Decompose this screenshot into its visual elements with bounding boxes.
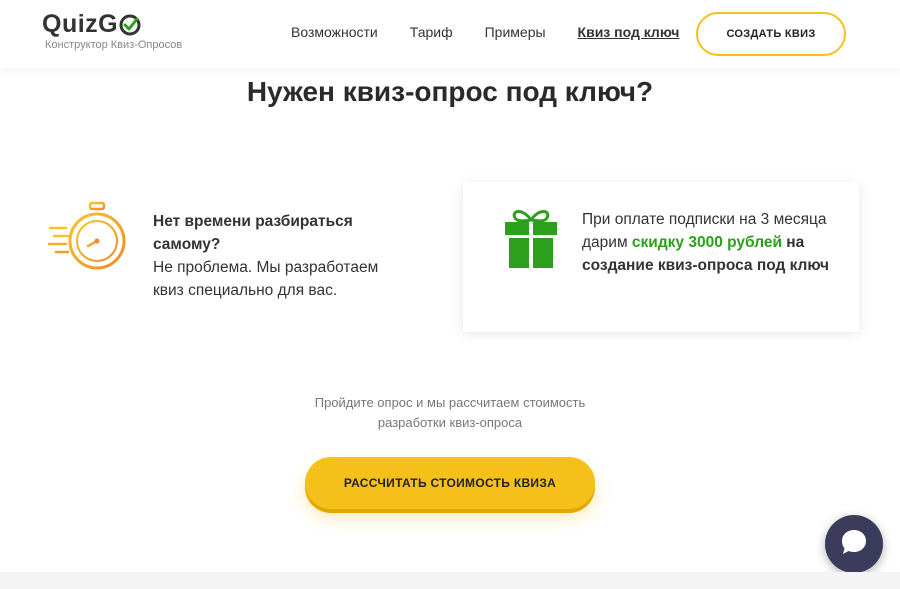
page-title: Нужен квиз-опрос под ключ?	[246, 76, 654, 107]
nav-link-examples[interactable]: Примеры	[485, 24, 546, 40]
gift-icon	[503, 208, 559, 275]
logo-text: QuizG	[42, 10, 119, 38]
logo-wordmark: QuizG	[42, 10, 182, 39]
main-nav: Возможности Тариф Примеры Квиз под ключ	[291, 24, 711, 40]
no-time-feature: Нет времени разбираться самому? Не пробл…	[46, 200, 408, 310]
nav-link-features[interactable]: Возможности	[291, 24, 378, 40]
no-time-heading: Нет времени разбираться самому?	[153, 213, 353, 253]
calculate-cost-button[interactable]: РАССЧИТАТЬ СТОИМОСТЬ КВИЗА	[305, 457, 595, 509]
offer-discount: скидку 3000 рублей	[631, 234, 782, 251]
logo-subtitle: Конструктор Квиз-Опросов	[45, 39, 183, 51]
offer-text: При оплате подписки на 3 месяца дарим ск…	[582, 208, 842, 277]
no-time-description: Не проблема. Мы разработаем квиз специал…	[153, 259, 379, 299]
calc-note: Пройдите опрос и мы рассчитаем стоимость…	[0, 393, 900, 433]
offer-card: При оплате подписки на 3 месяца дарим ск…	[463, 182, 859, 332]
create-quiz-button[interactable]: СОЗДАТЬ КВИЗ	[696, 12, 846, 56]
chat-icon	[839, 527, 869, 562]
nav-link-turnkey[interactable]: Квиз под ключ	[578, 24, 680, 40]
nav-link-pricing[interactable]: Тариф	[410, 24, 453, 40]
stopwatch-icon	[46, 200, 132, 281]
chat-widget-button[interactable]	[825, 515, 883, 573]
calc-note-line2: разработки квиз-опроса	[377, 415, 523, 430]
next-section-edge	[0, 572, 900, 589]
logo[interactable]: QuizG Конструктор Квиз-Опросов	[42, 10, 182, 51]
site-header: QuizG Конструктор Квиз-Опросов Возможнос…	[0, 0, 900, 68]
check-circle-icon	[119, 14, 141, 36]
no-time-text: Нет времени разбираться самому? Не пробл…	[153, 210, 403, 302]
calc-note-line1: Пройдите опрос и мы рассчитаем стоимость	[314, 395, 586, 410]
